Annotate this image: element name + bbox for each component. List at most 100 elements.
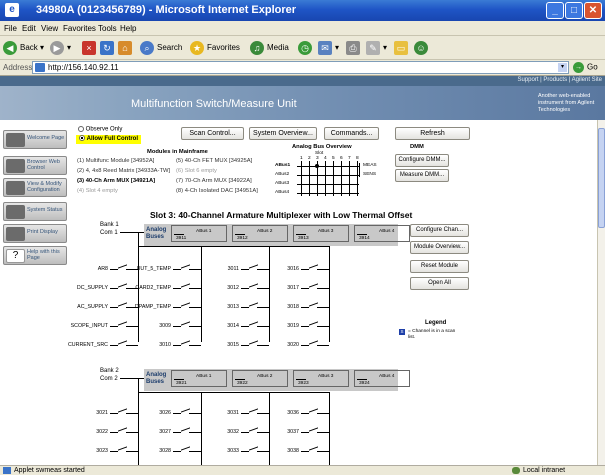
minimize-icon[interactable]: _	[546, 2, 564, 19]
channel-switch[interactable]: 3017	[273, 283, 329, 293]
channel-switch[interactable]: 3021	[82, 408, 138, 418]
configure-dmm-button[interactable]: Configure DMM...	[395, 154, 449, 167]
module-slot-2[interactable]: (2) 4, 4x8 Reed Matrix [34933A-TW]	[77, 168, 170, 174]
abus-switch-3923[interactable]: 3923 ABus 3	[293, 370, 349, 387]
menu-edit[interactable]: Edit	[22, 24, 36, 33]
full-control-option[interactable]: Allow Full Control	[76, 135, 141, 144]
abus-switch-3924[interactable]: 3924 ABus 4	[354, 370, 410, 387]
address-input[interactable]: http://156.140.92.11 ▾	[32, 61, 569, 74]
reset-module-button[interactable]: Reset Module	[410, 260, 469, 273]
channel-switch[interactable]: 3032	[213, 427, 269, 437]
full-control-radio[interactable]	[79, 135, 85, 142]
module-slot-3[interactable]: (3) 40-Ch Arm MUX [34921A]	[77, 178, 155, 184]
module-slot-1[interactable]: (1) Multifunc Module [34952A]	[77, 158, 154, 164]
channel-switch[interactable]: CURRENT_SRC	[68, 340, 138, 350]
menu-help[interactable]: Help	[120, 24, 136, 33]
abus-switch-3911[interactable]: 3911 ABus 1	[171, 225, 227, 242]
channel-switch[interactable]: UUT_5_TEMP	[137, 264, 201, 274]
search-button[interactable]: ⌕ Search	[140, 41, 182, 55]
header-links[interactable]: Support | Products | Agilent Site	[518, 77, 603, 83]
channel-switch[interactable]: 3022	[82, 427, 138, 437]
channel-switch[interactable]: 3028	[145, 446, 201, 456]
module-overview-button[interactable]: Module Overview...	[410, 241, 469, 254]
observe-radio[interactable]	[78, 126, 84, 132]
refresh-page-button[interactable]: Refresh	[395, 127, 470, 140]
menu-file[interactable]: File	[4, 24, 17, 33]
measure-dmm-button[interactable]: Measure DMM...	[395, 169, 449, 182]
sidebar-item-print-display[interactable]: Print Display	[3, 224, 67, 243]
module-slot-7[interactable]: (7) 70-Ch Arm MUX [34922A]	[176, 178, 252, 184]
close-icon[interactable]: ✕	[584, 2, 602, 19]
channel-switch[interactable]: SCOPE_INPUT	[71, 321, 138, 331]
channel-switch[interactable]: 3027	[145, 427, 201, 437]
stop-button[interactable]: ×	[82, 41, 99, 55]
channel-switch[interactable]: AR8	[82, 264, 138, 274]
commands-button[interactable]: Commands...	[324, 127, 379, 140]
channel-switch[interactable]: 3036	[273, 408, 329, 418]
system-overview-button[interactable]: System Overview...	[249, 127, 317, 140]
module-slot-5[interactable]: (5) 40-Ch FET MUX [34925A]	[176, 158, 252, 164]
open-all-button[interactable]: Open All	[410, 277, 469, 290]
channel-switch[interactable]: DC_SUPPLY	[77, 283, 138, 293]
abus-switch-3912[interactable]: 3912 ABus 2	[232, 225, 288, 242]
sidebar-item-browser-web-control[interactable]: Browser Web Control	[3, 156, 67, 175]
channel-switch[interactable]: 3009	[145, 321, 201, 331]
channel-switch[interactable]: 3013	[213, 302, 269, 312]
sidebar-item-welcome[interactable]: Welcome Page	[3, 130, 67, 149]
sidebar-item-configuration[interactable]: View & Modify Configuration	[3, 178, 67, 197]
bank1-com-label: Com 1	[100, 230, 118, 236]
back-button[interactable]: ◀ Back ▾	[3, 41, 44, 55]
favorites-button[interactable]: ★ Favorites	[190, 41, 240, 55]
mail-button[interactable]: ✉ ▾	[318, 41, 339, 55]
forward-button[interactable]: ▶ ▾	[50, 41, 71, 55]
channel-switch[interactable]: 3019	[273, 321, 329, 331]
channel-switch[interactable]: 3023	[82, 446, 138, 456]
abus-switch-3922[interactable]: 3922 ABus 2	[232, 370, 288, 387]
vertical-scrollbar[interactable]	[597, 120, 605, 465]
channel-switch[interactable]: CARD2_TEMP	[135, 283, 201, 293]
channel-switch[interactable]: DPAMP_TEMP	[135, 302, 201, 312]
channel-switch[interactable]: 3016	[273, 264, 329, 274]
maximize-icon[interactable]: □	[565, 2, 583, 19]
channel-switch[interactable]: 3033	[213, 446, 269, 456]
home-button[interactable]: ⌂	[118, 41, 135, 55]
channel-switch[interactable]: 3031	[213, 408, 269, 418]
module-slot-8[interactable]: (8) 4-Ch Isolated DAC [34951A]	[176, 188, 258, 194]
channel-switch[interactable]: 3015	[213, 340, 269, 350]
relay-switch-icon	[301, 427, 329, 437]
channel-switch[interactable]: 3026	[145, 408, 201, 418]
channel-switch[interactable]: 3020	[273, 340, 329, 350]
channel-switch[interactable]: 3012	[213, 283, 269, 293]
refresh-button[interactable]: ↻	[100, 41, 117, 55]
menu-tools[interactable]: Tools	[98, 24, 117, 33]
channel-switch[interactable]: 3010	[145, 340, 201, 350]
abus-switch-3921[interactable]: 3921 ABus 1	[171, 370, 227, 387]
slot-title: Slot 3: 40-Channel Armature Multiplexer …	[150, 210, 413, 220]
channel-switch[interactable]: 3038	[273, 446, 329, 456]
abus-switch-3914[interactable]: 3914 ABus 4	[354, 225, 410, 242]
sidebar-item-help[interactable]: ? Help with this Page	[3, 246, 67, 265]
address-dropdown-icon[interactable]: ▾	[558, 63, 567, 72]
menu-view[interactable]: View	[41, 24, 58, 33]
abus-switch-3913[interactable]: 3913 ABus 3	[293, 225, 349, 242]
messenger-button[interactable]: ☺	[414, 41, 431, 55]
dmm-title: DMM	[410, 144, 424, 150]
media-button[interactable]: ♫ Media	[250, 41, 289, 55]
relay-switch-icon	[241, 340, 269, 350]
edit-button[interactable]: ✎ ▾	[366, 41, 387, 55]
channel-switch[interactable]: AC_SUPPLY	[77, 302, 138, 312]
configure-channel-button[interactable]: Configure Chan...	[410, 224, 469, 237]
channel-switch[interactable]: 3014	[213, 321, 269, 331]
scan-control-button[interactable]: Scan Control...	[181, 127, 244, 140]
channel-switch[interactable]: 3018	[273, 302, 329, 312]
observe-only-option[interactable]: Observe Only	[78, 126, 122, 133]
scrollbar-thumb[interactable]	[598, 128, 605, 228]
sidebar-item-system-status[interactable]: System Status	[3, 202, 67, 221]
menu-favorites[interactable]: Favorites	[63, 24, 96, 33]
folder-button[interactable]: ▭	[394, 41, 411, 55]
history-button[interactable]: ◷	[298, 41, 315, 55]
channel-switch[interactable]: 3011	[213, 264, 269, 274]
channel-switch[interactable]: 3037	[273, 427, 329, 437]
print-button[interactable]: ⎙	[346, 41, 363, 55]
go-button[interactable]: → Go	[573, 62, 598, 73]
